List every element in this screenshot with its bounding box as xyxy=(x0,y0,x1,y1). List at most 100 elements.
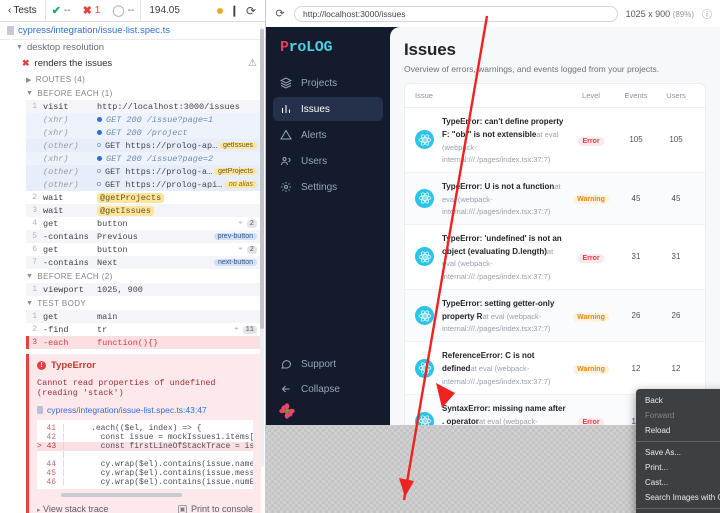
sidebar-item-projects[interactable]: Projects xyxy=(273,71,383,95)
runner-scrollbar[interactable] xyxy=(260,27,264,467)
command-row[interactable]: (xhr) GET 200 /issue?page=2 xyxy=(26,152,261,165)
command-number: 1 xyxy=(32,102,37,111)
command-argument: button xyxy=(97,244,128,255)
sidebar-item-settings[interactable]: Settings xyxy=(273,175,383,199)
back-to-tests-button[interactable]: ‹ Tests xyxy=(0,5,45,16)
issue-cell: TypeError: 'undefined' is not an object … xyxy=(442,232,567,282)
table-row[interactable]: TypeError: setting getter-only property … xyxy=(405,289,705,343)
cypress-test-runner: ‹ Tests ✔ -- ✖ 1 ◯ -- 194.05 ❙ ⟳ cypress… xyxy=(0,0,266,513)
view-stack-trace-button[interactable]: ▸ View stack trace xyxy=(37,504,108,513)
command-row[interactable]: 2 -find tr ⌖ 11 xyxy=(26,323,261,336)
group-before-each-1[interactable]: ▼ BEFORE EACH (1) xyxy=(0,86,265,100)
command-row[interactable]: (xhr) GET 200 /issue?page=1 xyxy=(26,113,261,126)
sidebar-item-alerts[interactable]: Alerts xyxy=(273,123,383,147)
command-row[interactable]: 1 get main xyxy=(26,310,261,323)
command-argument: 1025, 900 xyxy=(97,284,143,295)
suite-row[interactable]: ▼ desktop resolution xyxy=(0,40,265,55)
runner-command-log[interactable]: ▼ desktop resolution ✖ renders the issue… xyxy=(0,40,265,513)
command-row[interactable]: 1 visit http://localhost:3000/issues xyxy=(26,100,261,113)
column-header-issue: Issue xyxy=(415,91,433,100)
reload-icon[interactable]: ⟳ xyxy=(274,8,286,20)
table-row[interactable]: TypeError: 'undefined' is not an object … xyxy=(405,225,705,290)
command-row[interactable]: 7 -contains Next next-button xyxy=(26,256,261,269)
group-before-each-2[interactable]: ▼ BEFORE EACH (2) xyxy=(0,269,265,283)
code-text: const firstLineOfStackTrace = issue. xyxy=(100,442,253,451)
table-row[interactable]: ReferenceError: C is not definedat eval … xyxy=(405,342,705,396)
code-text: const issue = mockIssues1.items[inde xyxy=(100,433,253,442)
group-label: ROUTES (4) xyxy=(35,75,86,84)
command-row[interactable]: (other) GET https://prolog-api.profy.dev/… xyxy=(26,139,261,152)
pin-icon[interactable]: ⌖ xyxy=(234,325,239,334)
context-menu-item[interactable]: Reload xyxy=(636,423,720,438)
context-menu-item[interactable]: Save As... xyxy=(636,445,720,460)
pause-icon[interactable]: ❙ xyxy=(230,4,239,17)
context-menu-item[interactable]: Cast... xyxy=(636,475,720,490)
print-to-console-button[interactable]: ▣ Print to console xyxy=(177,504,253,513)
clock-icon: ◯ xyxy=(112,5,125,17)
test-row[interactable]: ✖ renders the issues ⚠ xyxy=(0,55,265,72)
scrollbar-thumb[interactable] xyxy=(260,29,264,329)
issues-table-body: TypeError: can't define property F: "obj… xyxy=(405,108,705,425)
events-count: 12 xyxy=(631,363,641,373)
browser-context-menu[interactable]: Back Forward Reload Save As... Print... Cast.… xyxy=(636,389,720,513)
command-row[interactable]: 6 get button ⌖ 2 xyxy=(26,243,261,256)
duration-label: 194.05 xyxy=(149,5,180,16)
command-row[interactable]: 2 wait @getProjects xyxy=(26,191,261,204)
page-subtitle: Overview of errors, warnings, and events… xyxy=(404,64,660,74)
error-file-link[interactable]: cypress/integration/issue-list.spec.ts:4… xyxy=(37,405,253,415)
command-row[interactable]: 5 -contains Previous prev-button xyxy=(26,230,261,243)
pin-icon[interactable]: ⌖ xyxy=(238,245,243,254)
test-label: renders the issues xyxy=(34,58,113,69)
command-argument: GET https://prolog-api.profy.dev/i... xyxy=(97,180,225,190)
command-row[interactable]: 1 viewport 1025, 900 xyxy=(26,283,261,296)
command-row[interactable]: 3 wait @getIssues xyxy=(26,204,261,217)
command-number: 2 xyxy=(32,193,37,202)
table-row[interactable]: TypeError: can't define property F: "obj… xyxy=(405,108,705,173)
sidebar-item-support[interactable]: Support xyxy=(273,352,383,376)
command-row[interactable]: 3 -each function(){} xyxy=(26,336,261,349)
sidebar-item-collapse[interactable]: Collapse xyxy=(273,377,383,401)
pin-icon[interactable]: ⌖ xyxy=(238,219,243,228)
code-line-number: 44 xyxy=(46,460,56,469)
request-status-dot-icon xyxy=(97,155,102,161)
pending-stat: ◯ -- xyxy=(106,4,140,17)
gear-icon xyxy=(280,181,292,193)
before-each-1-command-list: 1 visit http://localhost:3000/issues (xhr) G… xyxy=(26,100,261,269)
react-logo-icon xyxy=(415,188,434,208)
level-cell: Warning xyxy=(567,362,615,375)
restart-icon[interactable]: ⟳ xyxy=(246,4,256,18)
group-test-body[interactable]: ▼ TEST BODY xyxy=(0,296,265,310)
context-menu-item: Forward xyxy=(645,411,675,420)
command-row[interactable]: (xhr) GET 200 /project xyxy=(26,126,261,139)
code-horizontal-scrollbar[interactable] xyxy=(61,493,182,497)
react-logo-icon xyxy=(415,306,434,326)
context-menu-item[interactable]: Back xyxy=(636,393,720,408)
url-input[interactable]: http://localhost:3000/issues xyxy=(294,5,618,22)
command-argument: @getIssues xyxy=(97,205,257,216)
command-badge: next-button xyxy=(213,259,257,266)
spec-file-name: cypress/integration/issue-list.spec.ts xyxy=(18,25,171,36)
react-logo-icon xyxy=(415,358,434,378)
info-icon[interactable]: ⓘ xyxy=(702,6,712,21)
spec-file-bar[interactable]: cypress/integration/issue-list.spec.ts xyxy=(0,22,265,40)
chevron-right-icon: ▸ xyxy=(37,507,41,513)
context-menu-item[interactable]: Search Images with Google Lens xyxy=(636,490,720,505)
chevron-down-icon: ▼ xyxy=(26,300,34,307)
command-badge: getIssues xyxy=(219,142,257,149)
logo-part-2: roLOG xyxy=(288,39,333,56)
sidebar-item-issues[interactable]: Issues xyxy=(273,97,383,121)
file-icon xyxy=(7,26,14,35)
context-menu-item[interactable]: Print... xyxy=(636,460,720,475)
chevron-left-icon: ‹ xyxy=(8,5,12,16)
command-method: get xyxy=(43,311,59,322)
command-row[interactable]: 4 get button ⌖ 2 xyxy=(26,217,261,230)
command-row[interactable]: (other) GET https://prolog-api.profy.dev/… xyxy=(26,178,261,191)
status-badge: Warning xyxy=(573,195,609,205)
table-row[interactable]: TypeError: U is not a functionat eval (w… xyxy=(405,172,705,225)
sidebar-item-users[interactable]: Users xyxy=(273,149,383,173)
command-row[interactable]: (other) GET https://prolog-api.profy.dev.… xyxy=(26,165,261,178)
command-badge: getProjects xyxy=(213,168,257,175)
group-routes[interactable]: ▶ ROUTES (4) xyxy=(0,72,265,86)
command-method: get xyxy=(43,218,59,229)
command-method: -find xyxy=(43,324,69,335)
